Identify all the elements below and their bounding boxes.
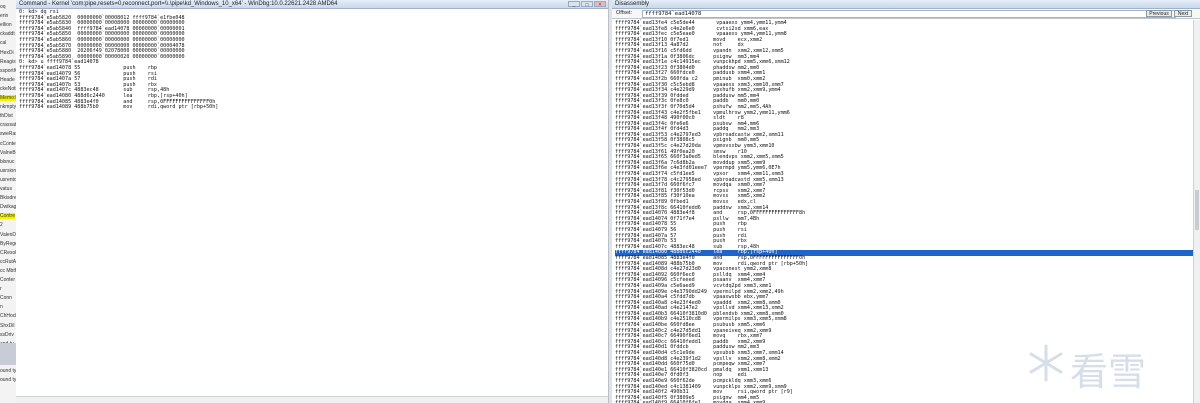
background-window-label: nkmpty [0,104,17,111]
background-window-label: vatus [0,186,12,192]
disassembly-scrollbar[interactable] [1193,20,1200,403]
maximize-button[interactable]: □ [581,1,593,8]
background-window-label: n [0,304,3,311]
background-window-label: usrsion [0,167,17,174]
background-window-label: erin [0,13,9,20]
previous-button[interactable]: Previous [1146,10,1172,17]
background-window-label: ValneBe [0,149,17,156]
background-window-label: Memo:Fu [0,95,16,101]
background-window-label: thDist [0,113,13,120]
background-window-label: r [0,286,2,293]
background-window-label: crassat [0,122,17,129]
background-window-label: ound ty [0,377,17,384]
background-window-label: ckaddt [0,31,15,38]
background-window-label: ssportIO [0,67,16,74]
background-window-label: blsnuc [0,158,15,165]
background-window-label: CResolv [0,249,16,256]
background-window-label: HexDi [0,49,14,56]
command-line: ffff9784`ead14089 488b75b0 mov rdi,qword… [19,104,219,111]
background-window-label: 2 [0,222,3,229]
background-window-label: cContent [0,140,16,147]
horizontal-scrollbar[interactable] [16,396,608,403]
background-window-label: ShxDil [0,322,15,329]
background-window-label: ound ty [0,368,17,374]
background-window-label: Heade [0,76,15,83]
command-window-title: Command - Kernel 'com:pipe,resets=0,reco… [19,1,338,7]
scrollbar-thumb[interactable] [1195,190,1199,230]
disassembly-window[interactable]: Disassembly Offset: ffff9784`ead14078 Pr… [612,0,1200,403]
disassembly-window-title: Disassembly [615,1,650,7]
background-window-label: Conter [0,277,16,283]
background-window-label: cal [0,40,7,47]
background-window-label: usrentor [0,176,17,183]
background-window-scrollbar[interactable] [0,343,16,365]
background-window-label: sweRaso [0,131,16,138]
offset-toolbar: Offset: ffff9784`ead14078 Previous Next [612,9,1200,19]
background-window-label: Dwikage [0,204,17,211]
background-window-label: ckeNotic [0,85,16,92]
background-window-label: ValenDis [0,231,17,238]
close-button[interactable]: × [594,1,606,8]
next-button[interactable]: Next [1174,10,1192,17]
background-window-label: ssDriv [0,331,14,338]
offset-input[interactable]: ffff9784`ead14078 [642,10,1176,18]
command-output[interactable]: 0: kd> dq rsi ffff9784`e5ab5820 00000000`… [16,9,608,403]
command-window-titlebar[interactable]: Command - Kernel 'com:pipe,resets=0,reco… [16,0,608,9]
background-window-label: ChHoch [0,313,17,320]
background-window-strip[interactable]: oq erin ellion ckaddt cal HexDi Reagist ssportI… [0,0,17,403]
background-window-label: ByRegen [0,240,16,247]
background-window-label: ellion [0,22,12,29]
command-window[interactable]: Command - Kernel 'com:pipe,resets=0,reco… [16,0,608,403]
background-window-label: Reagist [0,58,17,65]
offset-label: Offset: [616,10,633,16]
disassembly-listing[interactable]: ffff9784`ead13fe4 c5e5de44 vpaaexs ymm4,… [612,20,1200,403]
background-window-label: Contre [0,213,16,220]
background-window-label: Bkisdren [0,195,16,202]
disassembly-window-titlebar[interactable]: Disassembly [612,0,1200,9]
background-window-label: oq [0,4,6,10]
minimize-button[interactable]: _ [568,1,580,8]
background-window-label: ccRutAl [0,258,17,265]
background-window-label: cc Mbtf [0,267,17,274]
background-window-label: Conn [0,295,12,302]
